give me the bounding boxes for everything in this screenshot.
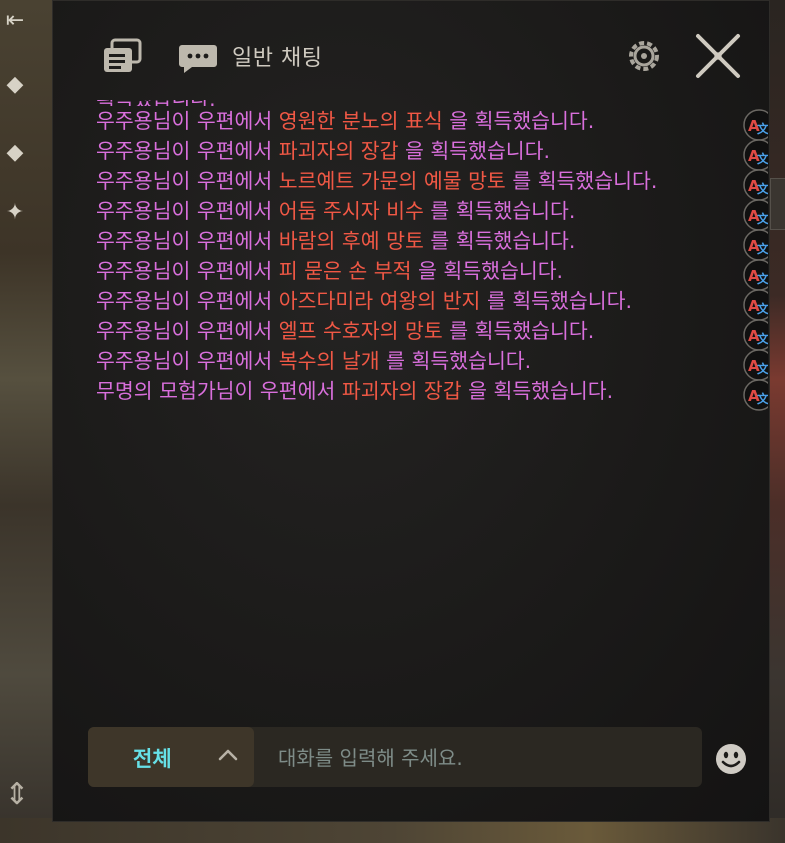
message-suffix-text: 를 획득했습니다. [442,319,595,343]
message-sender-text: 우주용님이 우편에서 [96,139,279,163]
chat-message-text: 우주용님이 우편에서 복수의 날개 를 획득했습니다. [96,346,688,376]
message-sender-text: 우주용님이 우편에서 [96,199,279,223]
chat-list-icon[interactable] [100,38,144,76]
hud-sparkle-icon[interactable]: ✦ [2,200,28,226]
translate-icon[interactable]: A文 [742,378,768,412]
chat-message: 우주용님이 우편에서 아즈다미라 여왕의 반지 를 획득했습니다. A 文 [96,286,768,321]
side-tab[interactable] [770,178,785,230]
message-suffix-text: 를 획득했습니다. [480,289,632,313]
chat-message-text: 우주용님이 우편에서 아즈다미라 여왕의 반지 를 획득했습니다. [96,286,688,316]
message-sender-text: 우주용님이 우편에서 [96,259,279,283]
message-suffix-text: 을 획득했습니다. [442,109,595,133]
hud-diamond-icon-2[interactable]: ◆ [2,140,28,166]
speech-bubble-icon[interactable] [178,42,218,74]
chat-message-text: 우주용님이 우편에서 어둠 주시자 비수 를 획득했습니다. [96,196,688,226]
item-link[interactable]: 바람의 후예 망토 [279,229,424,253]
chat-title: 일반 채팅 [232,46,323,71]
message-sender-text: 무명의 모험가님이 우편에서 [96,379,342,403]
chat-input[interactable] [276,741,690,775]
chat-message: 우주용님이 우편에서 복수의 날개 를 획득했습니다. A 文 [96,346,768,381]
resize-handle-icon[interactable]: ⇕ [0,760,34,830]
gear-icon[interactable] [624,36,664,76]
item-link[interactable]: 파괴자의 장갑 [342,379,462,403]
hud-diamond-icon[interactable]: ◆ [2,72,28,98]
chat-message: 우주용님이 우편에서 영원한 분노의 표식 을 획득했습니다. A 文 [96,106,768,141]
svg-text:文: 文 [757,211,768,226]
item-link[interactable]: 피 묻은 손 부적 [279,259,412,283]
item-link[interactable]: 어둠 주시자 비수 [279,199,424,223]
item-link[interactable]: 노르예트 가문의 예물 망토 [279,169,506,193]
close-icon[interactable] [692,30,744,82]
message-suffix-text: 을 획득했습니다. [461,379,614,403]
message-sender-text: 우주용님이 우편에서 [96,289,279,313]
hud-arrow-icon[interactable]: ⇤ [2,8,28,34]
chat-input-bar: 전체 [88,727,702,787]
chat-panel: 일반 채팅 획득했습니다.우주용님이 우편에서 영원한 분노의 표식 을 획득했… [52,0,770,822]
chat-message: 우주용님이 우편에서 파괴자의 장갑 을 획득했습니다. A 文 [96,136,768,171]
message-suffix-text: 를 획득했습니다. [379,349,532,373]
chat-message: 우주용님이 우편에서 바람의 후예 망토 를 획득했습니다. A 文 [96,226,768,261]
chat-header: 일반 채팅 [52,0,770,96]
message-suffix-text: 를 획득했습니다. [423,229,576,253]
channel-label: 전체 [133,747,172,771]
message-sender-text: 우주용님이 우편에서 [96,229,279,253]
item-link[interactable]: 엘프 수호자의 망토 [279,319,443,343]
emoji-icon[interactable] [714,742,748,776]
svg-text:文: 文 [757,391,768,406]
chat-message: 무명의 모험가님이 우편에서 파괴자의 장갑 을 획득했습니다. A 文 [96,376,768,411]
chat-message: 우주용님이 우편에서 엘프 수호자의 망토 를 획득했습니다. A 文 [96,316,768,351]
message-sender-text: 우주용님이 우편에서 [96,319,279,343]
svg-text:文: 文 [757,241,768,256]
item-link[interactable]: 복수의 날개 [279,349,380,373]
game-background-left [0,0,60,843]
chat-message-text: 우주용님이 우편에서 영원한 분노의 표식 을 획득했습니다. [96,106,688,136]
chat-message: 우주용님이 우편에서 노르예트 가문의 예물 망토 를 획득했습니다. A 文 [96,166,768,201]
message-suffix-text: 를 획득했습니다. [423,199,576,223]
svg-text:文: 文 [757,361,768,376]
message-suffix-text: 를 획득했습니다. [505,169,658,193]
svg-text:文: 文 [757,181,768,196]
svg-text:文: 文 [757,151,768,166]
item-link[interactable]: 영원한 분노의 표식 [279,109,443,133]
message-sender-text: 우주용님이 우편에서 [96,169,279,193]
svg-text:文: 文 [757,121,768,136]
chat-message-text: 우주용님이 우편에서 엘프 수호자의 망토 를 획득했습니다. [96,316,688,346]
svg-text:文: 文 [757,331,768,346]
message-suffix-text: 을 획득했습니다. [398,139,551,163]
item-link[interactable]: 아즈다미라 여왕의 반지 [279,289,481,313]
item-link[interactable]: 파괴자의 장갑 [279,139,399,163]
svg-text:文: 文 [757,301,768,316]
chat-message: 우주용님이 우편에서 피 묻은 손 부적 을 획득했습니다. A 文 [96,256,768,291]
chat-message-text: 우주용님이 우편에서 노르예트 가문의 예물 망토 를 획득했습니다. [96,166,688,196]
chat-message-list[interactable]: 획득했습니다.우주용님이 우편에서 영원한 분노의 표식 을 획득했습니다.A文… [96,100,768,718]
message-sender-text: 우주용님이 우편에서 [96,109,279,133]
chat-message-text: 우주용님이 우편에서 바람의 후예 망토 를 획득했습니다. [96,226,688,256]
chat-message-text: 무명의 모험가님이 우편에서 파괴자의 장갑 을 획득했습니다. [96,376,688,406]
message-sender-text: 우주용님이 우편에서 [96,349,279,373]
chat-message-text: 우주용님이 우편에서 피 묻은 손 부적 을 획득했습니다. [96,256,688,286]
message-suffix-text: 을 획득했습니다. [411,259,564,283]
svg-text:文: 文 [757,271,768,286]
channel-select-button[interactable]: 전체 [88,727,254,787]
chevron-up-icon [218,749,238,761]
chat-message-text: 우주용님이 우편에서 파괴자의 장갑 을 획득했습니다. [96,136,688,166]
chat-message: 우주용님이 우편에서 어둠 주시자 비수 를 획득했습니다. A 文 [96,196,768,231]
